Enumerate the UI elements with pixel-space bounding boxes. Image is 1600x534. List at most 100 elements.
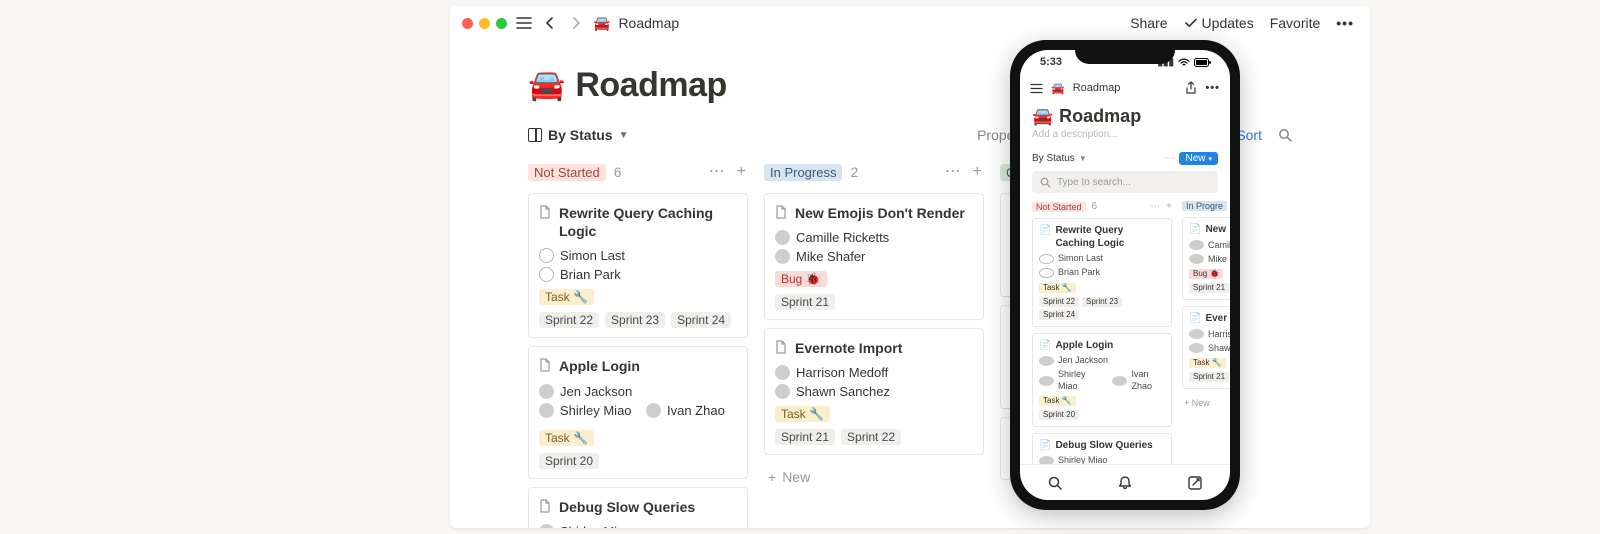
card[interactable]: 📄Ever Harris Shawn Task 🔧 Sprint 21 bbox=[1182, 306, 1230, 389]
updates-label: Updates bbox=[1202, 15, 1254, 31]
column-add-icon[interactable]: + bbox=[971, 164, 984, 180]
card[interactable]: New Emojis Don't Render Camille Ricketts… bbox=[764, 193, 984, 320]
page-emoji[interactable]: 🚘 bbox=[1032, 107, 1053, 127]
page-icon: 📄 bbox=[1189, 313, 1201, 326]
card[interactable]: 📄New Camill Mike S Bug 🐞 Sprint 21 bbox=[1182, 217, 1230, 300]
person-name: Shirley Miao bbox=[1058, 369, 1099, 392]
page-icon bbox=[775, 205, 789, 219]
favorite-button[interactable]: Favorite bbox=[1270, 15, 1321, 31]
page-title[interactable]: Roadmap bbox=[575, 66, 726, 105]
compose-tab-icon[interactable] bbox=[1187, 475, 1203, 491]
phone-search-input[interactable]: Type to search... bbox=[1032, 171, 1218, 193]
breadcrumb-title[interactable]: Roadmap bbox=[618, 15, 679, 31]
column-add-icon[interactable]: + bbox=[735, 164, 748, 180]
person-name: Jen Jackson bbox=[1058, 355, 1108, 366]
person-name: Shawn Sanchez bbox=[796, 384, 890, 399]
column-label[interactable]: In Progre bbox=[1182, 201, 1227, 211]
window-controls[interactable] bbox=[462, 18, 507, 29]
sprint-tag: Sprint 21 bbox=[1189, 283, 1229, 293]
more-menu-icon[interactable]: ••• bbox=[1205, 82, 1220, 94]
view-name[interactable]: By Status bbox=[548, 127, 613, 143]
phone-board: Not Started 6 ⋯ + 📄Rewrite Query Caching… bbox=[1020, 201, 1230, 464]
page-title[interactable]: Roadmap bbox=[1059, 106, 1141, 127]
more-menu-icon[interactable]: ⋯ bbox=[1164, 153, 1175, 164]
view-name[interactable]: By Status bbox=[1032, 153, 1075, 164]
more-menu-icon[interactable]: ••• bbox=[1336, 15, 1354, 31]
card[interactable]: Debug Slow Queries Shirley Miao Leslie J… bbox=[528, 487, 748, 528]
share-button[interactable]: Share bbox=[1130, 15, 1167, 31]
page-icon: 📄 bbox=[1039, 225, 1051, 250]
type-tag: Task 🔧 bbox=[539, 430, 594, 446]
chevron-down-icon: ▾ bbox=[1208, 155, 1212, 163]
phone-notch bbox=[1075, 40, 1175, 64]
card[interactable]: 📄Debug Slow Queries Shirley Miao bbox=[1032, 433, 1172, 464]
person-name: Jen Jackson bbox=[560, 384, 632, 399]
avatar bbox=[539, 403, 554, 418]
card[interactable]: Apple Login Jen Jackson Shirley Miao Iva… bbox=[528, 346, 748, 478]
phone-mock: 5:33 ▮▮▮ 🚘 Roadmap ••• 🚘 bbox=[1010, 40, 1240, 510]
sprint-tag: Sprint 21 bbox=[775, 429, 835, 445]
search-icon bbox=[1040, 177, 1051, 188]
check-icon bbox=[1184, 16, 1198, 30]
card-title: Evernote Import bbox=[795, 339, 902, 357]
avatar bbox=[539, 384, 554, 399]
chevron-down-icon[interactable]: ▼ bbox=[619, 130, 629, 141]
card[interactable]: 📄Apple Login Jen Jackson Shirley Miao Iv… bbox=[1032, 333, 1172, 427]
column-label[interactable]: In Progress bbox=[764, 164, 842, 181]
person-name: Ivan Zhao bbox=[667, 403, 725, 418]
column-add-icon[interactable]: + bbox=[1166, 201, 1172, 212]
person-name: Simon Last bbox=[1058, 253, 1103, 264]
breadcrumb-title[interactable]: Roadmap bbox=[1073, 82, 1121, 94]
page-emoji[interactable]: 🚘 bbox=[528, 68, 565, 103]
updates-button[interactable]: Updates bbox=[1184, 15, 1254, 31]
search-tab-icon[interactable] bbox=[1047, 475, 1063, 491]
back-arrow-icon[interactable] bbox=[541, 14, 559, 32]
minimize-window-icon[interactable] bbox=[479, 18, 490, 29]
type-tag: Bug 🐞 bbox=[775, 271, 827, 287]
type-tag: Task 🔧 bbox=[539, 289, 594, 305]
person-name: Mike S bbox=[1208, 254, 1230, 265]
breadcrumb-emoji: 🚘 bbox=[593, 15, 610, 32]
column-label[interactable]: Not Started bbox=[528, 164, 606, 181]
person-name: Camill bbox=[1208, 240, 1230, 251]
search-icon[interactable] bbox=[1278, 128, 1292, 142]
page-description-placeholder[interactable]: Add a description... bbox=[1020, 127, 1230, 142]
avatar bbox=[775, 365, 790, 380]
add-card-label: New bbox=[782, 469, 810, 485]
column-label[interactable]: Not Started bbox=[1032, 202, 1086, 212]
avatar bbox=[1039, 254, 1054, 264]
close-window-icon[interactable] bbox=[462, 18, 473, 29]
column-more-icon[interactable]: ⋯ bbox=[707, 164, 727, 180]
add-card-button[interactable]: + New bbox=[1182, 395, 1230, 411]
column-more-icon[interactable]: ⋯ bbox=[1150, 201, 1160, 212]
new-label: New bbox=[1185, 153, 1205, 164]
hamburger-menu-icon[interactable] bbox=[1030, 83, 1043, 94]
page-icon: 📄 bbox=[1039, 340, 1051, 353]
column-more-icon[interactable]: ⋯ bbox=[943, 164, 963, 180]
chevron-down-icon[interactable]: ▼ bbox=[1079, 154, 1087, 163]
person-name: Shawn bbox=[1208, 343, 1230, 354]
notifications-tab-icon[interactable] bbox=[1117, 475, 1133, 491]
person-name: Brian Park bbox=[1058, 267, 1100, 278]
card-title: Apple Login bbox=[559, 357, 640, 375]
avatar bbox=[539, 267, 554, 282]
card-title: New Emojis Don't Render bbox=[795, 204, 965, 222]
column-count: 6 bbox=[1092, 201, 1098, 212]
forward-arrow-icon[interactable] bbox=[567, 14, 585, 32]
person-name: Camille Ricketts bbox=[796, 230, 889, 245]
page-icon: 📄 bbox=[1039, 440, 1051, 453]
sort-button[interactable]: Sort bbox=[1236, 127, 1262, 143]
sprint-tag: Sprint 23 bbox=[605, 312, 665, 328]
add-card-button[interactable]: + New bbox=[764, 463, 984, 491]
card-title: New bbox=[1205, 224, 1226, 237]
phone-tab-bar bbox=[1020, 464, 1230, 500]
card[interactable]: Evernote Import Harrison Medoff Shawn Sa… bbox=[764, 328, 984, 455]
hamburger-menu-icon[interactable] bbox=[515, 14, 533, 32]
share-icon[interactable] bbox=[1185, 81, 1197, 95]
phone-column-in-progress: In Progre 📄New Camill Mike S Bug 🐞 Sprin… bbox=[1182, 201, 1230, 464]
sprint-tag: Sprint 24 bbox=[671, 312, 731, 328]
card[interactable]: Rewrite Query Caching Logic Simon Last B… bbox=[528, 193, 748, 338]
card[interactable]: 📄Rewrite Query Caching Logic Simon Last … bbox=[1032, 218, 1172, 327]
maximize-window-icon[interactable] bbox=[496, 18, 507, 29]
new-button[interactable]: New ▾ bbox=[1179, 152, 1218, 165]
